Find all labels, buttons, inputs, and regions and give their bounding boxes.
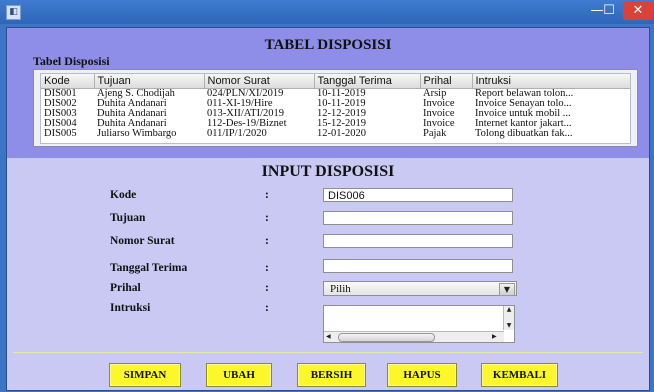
ubah-button[interactable]: UBAH [206,363,272,387]
divider [13,352,643,353]
table-cell: 011/IP/1/2020 [207,129,267,139]
prihal-selected-value: Pilih [330,283,351,295]
column-header-prihal[interactable]: Prihal [420,74,473,89]
table-cell: 013-XII/ATI/2019 [207,109,284,119]
label-nomor-surat: Nomor Surat [110,235,175,247]
table-cell: 12-12-2019 [317,109,366,119]
table-frame: Kode Tujuan Nomor Surat Tanggal Terima P… [33,69,638,147]
horizontal-scrollbar[interactable]: ◀ ▶ [324,331,504,342]
scroll-left-icon[interactable]: ◀ [326,333,334,341]
tanggal-terima-field[interactable] [323,259,513,273]
table-cell: 112-Des-19/Biznet [207,119,287,129]
label-prihal: Prihal [110,282,141,294]
nomor-surat-field[interactable] [323,234,513,248]
kode-field[interactable]: DIS006 [323,188,513,202]
prihal-select[interactable]: Pilih ▼ [323,281,517,296]
scroll-up-icon[interactable]: ▲ [505,307,513,313]
table-cell: Invoice untuk mobil ... [475,109,571,119]
table-cell: Pajak [423,129,447,139]
content-area: TABEL DISPOSISI Tabel Disposisi Kode Tuj… [6,27,650,391]
table-cell: 12-01-2020 [317,129,366,139]
table-cell: Duhita Andanari [97,109,167,119]
table-row[interactable]: DIS005 Juliarso Wimbargo 011/IP/1/2020 1… [41,129,630,139]
column-header-kode[interactable]: Kode [41,74,95,89]
table-cell: 15-12-2019 [317,119,366,129]
kembali-button[interactable]: KEMBALI [481,363,558,387]
column-header-nomor-surat[interactable]: Nomor Surat [204,74,315,89]
table-cell: Internet kantor jakart... [475,119,572,129]
table-cell: 10-11-2019 [317,88,366,99]
vertical-scrollbar[interactable]: ▲ ▼ [503,306,514,330]
label-tujuan: Tujuan [110,212,146,224]
column-header-tujuan[interactable]: Tujuan [94,74,205,89]
table-cell: Duhita Andanari [97,99,167,109]
bersih-button[interactable]: BERSIH [297,363,366,387]
scroll-down-icon[interactable]: ▼ [505,323,513,329]
disposisi-table: Kode Tujuan Nomor Surat Tanggal Terima P… [41,74,630,139]
table-cell: 011-XI-19/Hire [207,99,273,109]
table-header-row: Kode Tujuan Nomor Surat Tanggal Terima P… [41,74,630,89]
tujuan-field[interactable] [323,211,513,225]
colon-prihal: : [265,282,269,294]
input-panel: INPUT DISPOSISI Kode : DIS006 Tujuan : N… [7,160,649,390]
scroll-right-icon[interactable]: ▶ [492,333,500,341]
table-cell: Invoice [423,119,455,129]
tabel-subheading: Tabel Disposisi [33,54,110,68]
table-cell: Tolong dibuatkan fak... [475,129,573,139]
application-window: ◧ — ☐ ✕ TABEL DISPOSISI Tabel Disposisi … [0,0,654,392]
table-cell: DIS005 [44,129,77,139]
colon-nomor-surat: : [265,235,269,247]
table-cell: DIS003 [44,109,77,119]
disposisi-table-scroll[interactable]: Kode Tujuan Nomor Surat Tanggal Terima P… [40,73,631,144]
table-row[interactable]: DIS003 Duhita Andanari 013-XII/ATI/2019 … [41,109,630,119]
simpan-button[interactable]: SIMPAN [109,363,181,387]
table-cell: Arsip [423,88,447,99]
table-cell: 024/PLN/XI/2019 [207,88,284,99]
table-row[interactable]: DIS001 Ajeng S. Chodijah 024/PLN/XI/2019… [41,89,630,100]
table-cell: 10-11-2019 [317,99,366,109]
table-cell: Duhita Andanari [97,119,167,129]
table-row[interactable]: DIS004 Duhita Andanari 112-Des-19/Biznet… [41,119,630,129]
chevron-down-icon[interactable]: ▼ [499,283,515,296]
app-icon: ◧ [6,5,21,20]
maximize-button[interactable]: ☐ [598,2,620,20]
colon-kode: : [265,189,269,201]
colon-tujuan: : [265,212,269,224]
table-cell: Invoice [423,109,455,119]
table-cell: Ajeng S. Chodijah [97,88,175,99]
table-cell: Invoice Senayan tolo... [475,99,572,109]
intruksi-textarea[interactable]: ▲ ▼ ◀ ▶ [323,305,515,343]
tabel-panel: TABEL DISPOSISI Tabel Disposisi Kode Tuj… [7,28,649,158]
table-cell: DIS001 [44,88,77,99]
tabel-heading: TABEL DISPOSISI [264,37,392,53]
input-heading: INPUT DISPOSISI [261,163,395,180]
table-cell: Juliarso Wimbargo [97,129,177,139]
table-cell: DIS004 [44,119,77,129]
colon-tanggal-terima: : [265,262,269,274]
title-bar[interactable]: ◧ — ☐ ✕ [0,0,654,24]
label-kode: Kode [110,189,137,201]
column-header-tanggal-terima[interactable]: Tanggal Terima [314,74,421,89]
table-row[interactable]: DIS002 Duhita Andanari 011-XI-19/Hire 10… [41,99,630,109]
table-cell: Invoice [423,99,455,109]
column-header-intruksi[interactable]: Intruksi [472,74,630,89]
scroll-thumb[interactable] [338,333,435,342]
label-tanggal-terima: Tanggal Terima [110,262,188,274]
table-cell: Report belawan tolon... [475,88,574,99]
label-intruksi: Intruksi [110,302,151,314]
table-cell: DIS002 [44,99,77,109]
colon-intruksi: : [265,302,269,314]
close-button[interactable]: ✕ [623,2,653,20]
hapus-button[interactable]: HAPUS [387,363,457,387]
